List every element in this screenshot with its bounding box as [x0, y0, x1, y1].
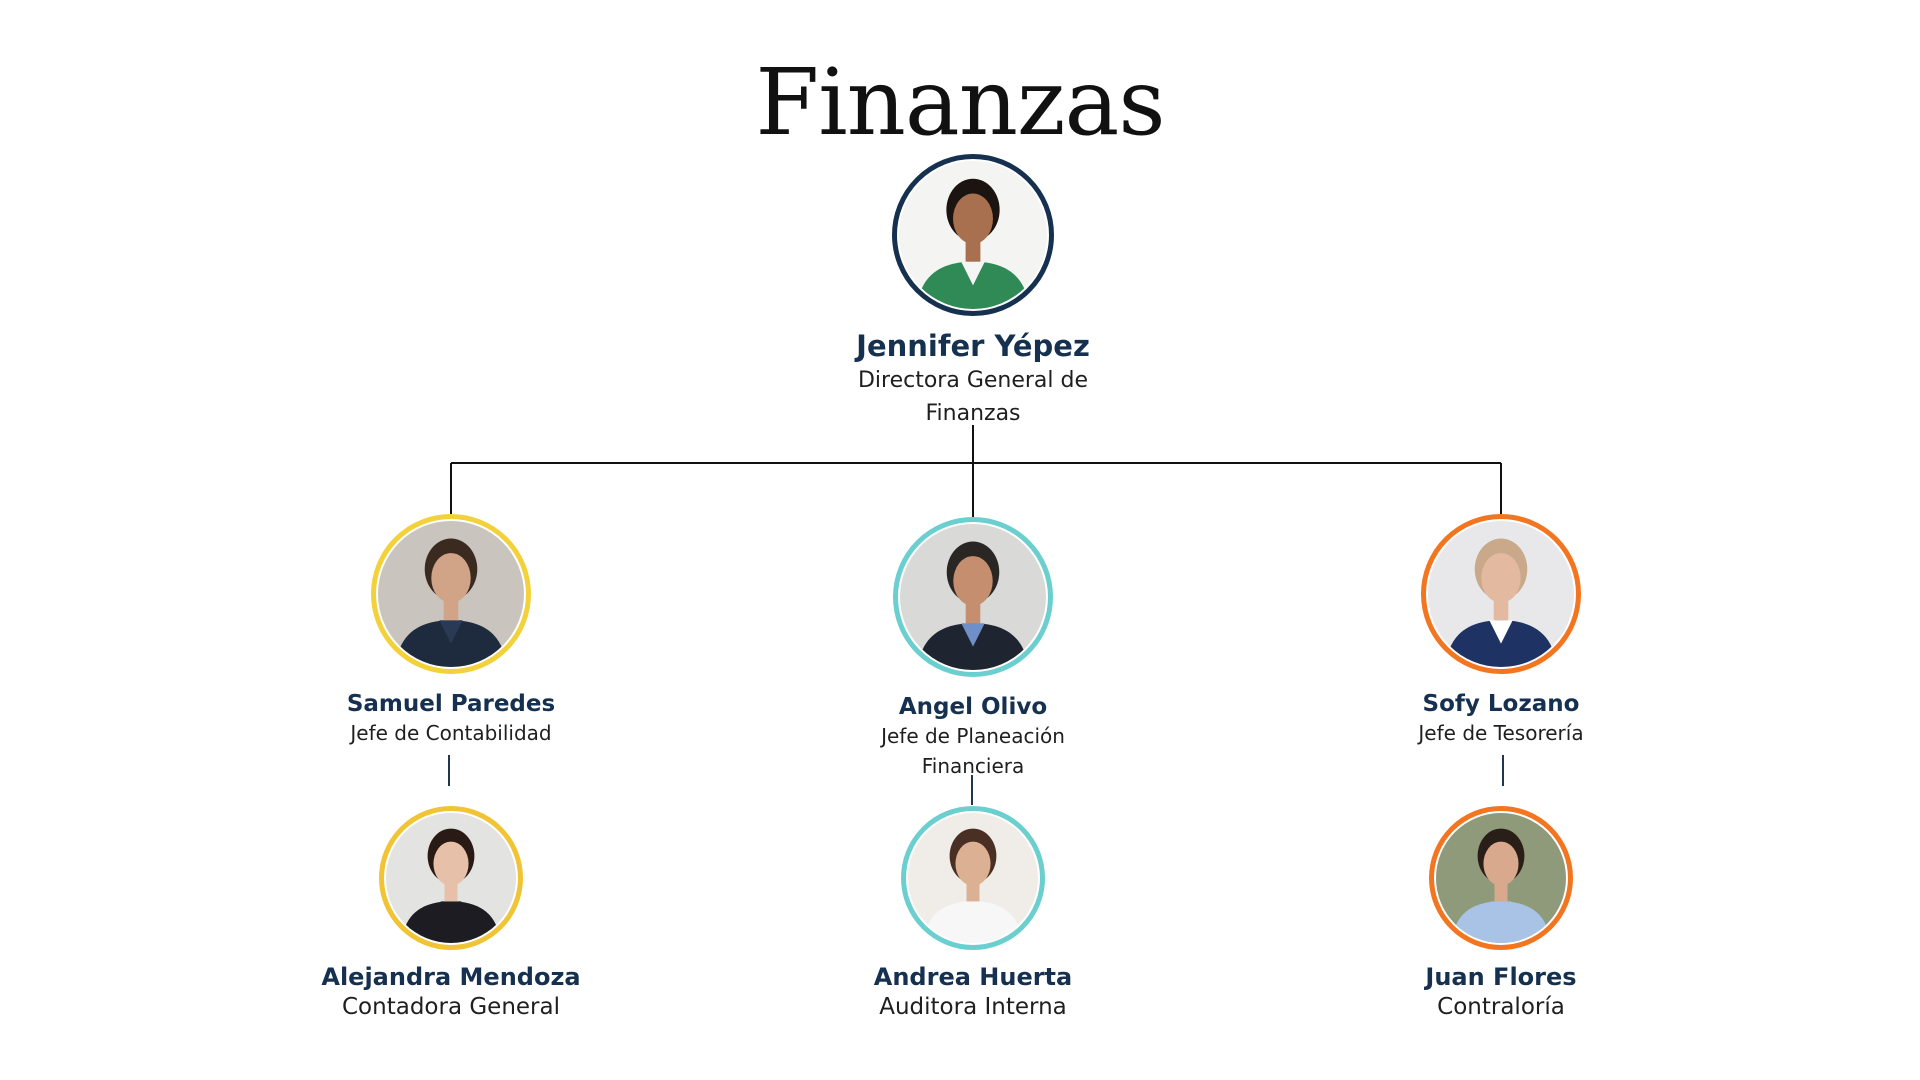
staff-role: Contraloría [1437, 994, 1565, 1020]
photo-face [953, 193, 993, 244]
photo-face [431, 553, 471, 603]
manager-role: Jefe de Contabilidad [350, 721, 552, 745]
manager-role: Jefe de Planeación Financiera [881, 724, 1065, 778]
photo-neck [966, 883, 980, 902]
manager-node-planning: Angel Olivo Jefe de Planeación Financier… [793, 517, 1153, 781]
manager-photo [900, 524, 1046, 670]
staff-name: Andrea Huerta [873, 963, 1073, 991]
photo-face [955, 841, 991, 886]
director-avatar [892, 154, 1054, 316]
staff-name: Alejandra Mendoza [321, 963, 581, 991]
staff-photo [386, 813, 516, 943]
staff-role: Contadora General [342, 994, 560, 1020]
photo-face [433, 841, 469, 886]
manager-name: Sofy Lozano [1422, 691, 1580, 717]
director-role: Directora General de Finanzas [857, 368, 1089, 426]
photo-face [953, 556, 993, 606]
staff-photo [1436, 813, 1566, 943]
manager-photo [1428, 521, 1574, 667]
photo-neck [965, 240, 981, 262]
staff-node-accountant: Alejandra Mendoza Contadora General [271, 806, 631, 1022]
photo-face [1483, 841, 1519, 886]
manager-avatar [893, 517, 1053, 677]
photo-neck [444, 883, 458, 902]
manager-photo [378, 521, 524, 667]
org-chart-canvas: Finanzas Jennifer Yépez Directora Genera… [0, 0, 1920, 1080]
photo-face [1481, 553, 1521, 603]
photo-neck [1493, 599, 1509, 621]
manager-name: Samuel Paredes [346, 691, 556, 717]
manager-avatar [1421, 514, 1581, 674]
page-title: Finanzas [755, 49, 1165, 156]
manager-node-accounting: Samuel Paredes Jefe de Contabilidad [271, 514, 631, 748]
staff-node-comptroller: Juan Flores Contraloría [1321, 806, 1681, 1022]
photo-neck [965, 602, 981, 624]
manager-avatar [371, 514, 531, 674]
staff-node-auditor: Andrea Huerta Auditora Interna [793, 806, 1153, 1022]
staff-photo [908, 813, 1038, 943]
photo-neck [1494, 883, 1508, 902]
manager-name: Angel Olivo [898, 694, 1048, 720]
staff-avatar [379, 806, 523, 950]
staff-avatar [1429, 806, 1573, 950]
staff-role: Auditora Interna [879, 994, 1067, 1020]
manager-role: Jefe de Tesorería [1418, 721, 1584, 745]
manager-node-treasury: Sofy Lozano Jefe de Tesorería [1321, 514, 1681, 748]
staff-name: Juan Flores [1425, 963, 1577, 991]
director-node: Jennifer Yépez Directora General de Fina… [793, 154, 1153, 430]
director-name: Jennifer Yépez [856, 329, 1090, 363]
staff-avatar [901, 806, 1045, 950]
photo-neck [443, 599, 459, 621]
director-photo [899, 161, 1047, 309]
